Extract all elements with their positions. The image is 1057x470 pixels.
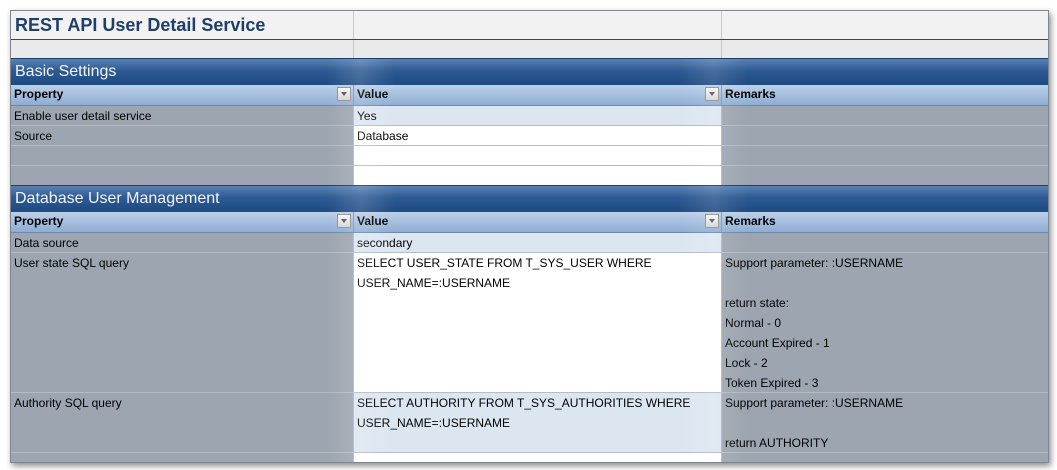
title-row: REST API User Detail Service [11,11,1048,40]
remarks-line: return state: [725,296,790,310]
remarks-line: Support parameter: :USERNAME [725,256,904,270]
remarks-line: Normal - 0 [725,316,782,330]
property-cell[interactable]: Enable user detail service [11,106,353,126]
spreadsheet: REST API User Detail Service Basic Setti… [10,10,1049,463]
value-cell[interactable]: SELECT AUTHORITY FROM T_SYS_AUTHORITIES … [354,393,722,452]
empty-cell[interactable] [722,166,1048,185]
property-cell[interactable]: User state SQL query [11,253,353,273]
value-line: SELECT USER_STATE FROM T_SYS_USER WHERE [357,256,652,270]
column-header-value: Value [357,87,389,101]
remarks-line: Support parameter: :USERNAME [725,396,904,410]
empty-cell[interactable] [11,146,354,165]
empty-cell[interactable] [11,166,354,185]
column-header-value: Value [357,214,389,228]
remarks-cell[interactable]: Support parameter: :USERNAME return stat… [722,253,1048,392]
value-cell[interactable]: Database [354,126,721,146]
blank-cell[interactable] [722,40,1048,58]
remarks-line: Token Expired - 3 [725,376,819,390]
blank-row [11,40,1048,58]
chevron-down-icon[interactable] [337,87,351,101]
empty-cell[interactable] [722,453,1048,462]
table-row: Data source secondary [11,233,1048,253]
column-header-remarks: Remarks [725,214,776,228]
remarks-line: Lock - 2 [725,356,768,370]
title-cell-2[interactable] [354,11,722,39]
value-line: SELECT AUTHORITY FROM T_SYS_AUTHORITIES … [357,396,691,410]
remarks-cell[interactable]: Support parameter: :USERNAME return AUTH… [722,393,1048,452]
empty-cell[interactable] [354,453,722,462]
property-cell[interactable]: Data source [11,233,353,253]
section-header-basic-settings: Basic Settings [11,58,1048,86]
value-cell[interactable]: Yes [354,106,721,126]
empty-cell[interactable] [722,146,1048,165]
chevron-down-icon[interactable] [337,214,351,228]
table-row-empty [11,146,1048,166]
section-header-database-user-management: Database User Management [11,185,1048,213]
empty-cell[interactable] [354,146,722,165]
table-row: Source Database [11,126,1048,146]
value-cell[interactable]: SELECT USER_STATE FROM T_SYS_USER WHERE … [354,253,722,392]
value-line: USER_NAME=:USERNAME [357,416,511,430]
page-title: REST API User Detail Service [15,15,266,35]
value-cell[interactable]: secondary [354,233,721,253]
empty-cell[interactable] [11,453,354,462]
remarks-line: return AUTHORITY [725,436,829,450]
table-row: User state SQL query SELECT USER_STATE F… [11,253,1048,393]
column-header-remarks: Remarks [725,87,776,101]
blank-cell[interactable] [354,40,722,58]
property-cell[interactable]: Authority SQL query [11,393,353,413]
property-cell[interactable]: Source [11,126,353,146]
column-header-row: Property Value Remarks [11,212,1048,233]
title-cell-3[interactable] [722,11,1048,39]
table-row-partial [11,453,1048,462]
column-header-row: Property Value Remarks [11,85,1048,106]
section-title: Database User Management [15,190,220,207]
table-row-empty [11,166,1048,186]
column-header-property: Property [14,87,64,101]
column-header-property: Property [14,214,64,228]
remarks-line [722,413,1048,433]
remarks-line: Account Expired - 1 [725,336,830,350]
table-row: Authority SQL query SELECT AUTHORITY FRO… [11,393,1048,453]
section-title: Basic Settings [15,63,117,80]
empty-cell[interactable] [354,166,722,185]
table-row: Enable user detail service Yes [11,106,1048,126]
blank-cell[interactable] [11,40,354,58]
remarks-line [722,273,1048,293]
chevron-down-icon[interactable] [705,214,719,228]
value-line: USER_NAME=:USERNAME [357,276,511,290]
chevron-down-icon[interactable] [705,87,719,101]
